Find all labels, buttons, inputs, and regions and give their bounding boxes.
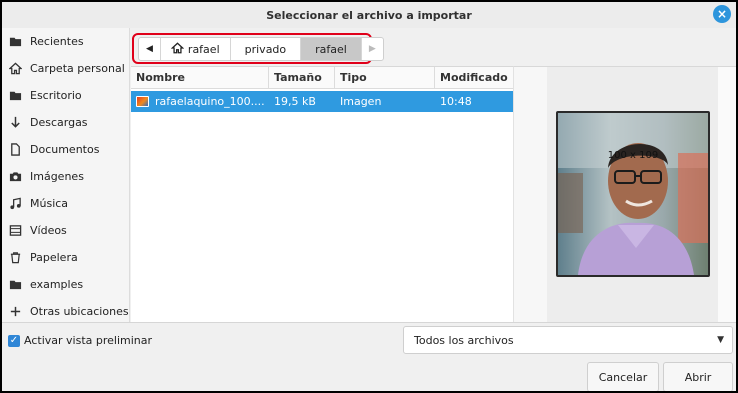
chevron-down-icon: ▼ xyxy=(717,335,724,345)
preview-toggle-label: Activar vista preliminar xyxy=(24,334,153,347)
sidebar-item-label: Música xyxy=(30,197,69,210)
open-button[interactable]: Abrir xyxy=(663,362,733,391)
sidebar-item-otras-ubicaciones[interactable]: Otras ubicaciones xyxy=(2,298,129,322)
video-icon xyxy=(8,224,22,238)
column-header-name[interactable]: Nombre xyxy=(131,67,269,88)
places-sidebar: Recientes Carpeta personal Escritorio De… xyxy=(2,28,130,322)
sidebar-item-documentos[interactable]: Documentos xyxy=(2,136,129,163)
plus-icon xyxy=(8,305,22,319)
path-back-arrow[interactable]: ◀ xyxy=(139,38,161,60)
sidebar-item-label: Escritorio xyxy=(30,89,82,102)
sidebar-item-papelera[interactable]: Papelera xyxy=(2,244,129,271)
table-row[interactable]: rafaelaquino_100.... 19,5 kB Imagen 10:4… xyxy=(131,91,513,112)
file-list-header: Nombre Tamaño Tipo Modificado xyxy=(131,67,513,89)
home-icon xyxy=(8,62,22,76)
image-preview-pane: 100 x 109 xyxy=(547,66,718,322)
sidebar-item-videos[interactable]: Vídeos xyxy=(2,217,129,244)
sidebar-item-imagenes[interactable]: Imágenes xyxy=(2,163,129,190)
sidebar-item-label: Recientes xyxy=(30,35,84,48)
sidebar-item-escritorio[interactable]: Escritorio xyxy=(2,82,129,109)
person-photo-image xyxy=(558,113,708,275)
filter-value: Todos los archivos xyxy=(414,333,514,347)
image-dimensions-label: 100 x 109 xyxy=(607,150,659,161)
path-crumb-label: rafael xyxy=(315,42,347,56)
download-icon xyxy=(8,116,22,130)
sidebar-item-label: Imágenes xyxy=(30,170,84,183)
sidebar-item-label: Vídeos xyxy=(30,224,67,237)
title-bar: Seleccionar el archivo a importar × xyxy=(2,2,736,28)
column-header-modified[interactable]: Modificado xyxy=(435,67,513,88)
file-size: 19,5 kB xyxy=(274,95,316,108)
file-modified: 10:48 xyxy=(440,95,472,108)
file-type: Imagen xyxy=(340,95,382,108)
path-crumb-label: privado xyxy=(244,42,287,56)
folder-icon xyxy=(8,89,22,103)
chevron-left-icon: ◀ xyxy=(146,44,153,54)
sidebar-item-carpeta-personal[interactable]: Carpeta personal xyxy=(2,55,129,82)
sidebar-item-musica[interactable]: Música xyxy=(2,190,129,217)
file-type-filter-select[interactable]: Todos los archivos ▼ xyxy=(403,326,733,354)
preview-toggle[interactable]: ✓ Activar vista preliminar xyxy=(8,334,152,347)
cancel-button[interactable]: Cancelar xyxy=(587,362,659,391)
path-crumb-label: rafael xyxy=(187,42,220,56)
preview-photo: 100 x 109 xyxy=(556,111,710,277)
path-crumb-home[interactable]: rafael xyxy=(161,38,231,60)
path-bar-area: ◀ rafael privado rafael ▶ xyxy=(130,28,736,66)
path-crumb-privado[interactable]: privado xyxy=(231,38,302,60)
sidebar-item-label: Descargas xyxy=(30,116,88,129)
dialog-title: Seleccionar el archivo a importar xyxy=(266,8,472,22)
trash-icon xyxy=(8,251,22,265)
sidebar-item-label: Otras ubicaciones xyxy=(30,305,129,318)
home-icon xyxy=(170,41,185,57)
sidebar-item-label: Carpeta personal xyxy=(30,62,125,75)
column-header-type[interactable]: Tipo xyxy=(335,67,435,88)
path-bar: ◀ rafael privado rafael ▶ xyxy=(138,37,384,61)
column-header-size[interactable]: Tamaño xyxy=(269,67,335,88)
file-chooser-dialog: Seleccionar el archivo a importar × Reci… xyxy=(0,0,738,393)
file-name: rafaelaquino_100.... xyxy=(155,95,265,108)
sidebar-item-examples[interactable]: examples xyxy=(2,271,129,298)
sidebar-item-recientes[interactable]: Recientes xyxy=(2,28,129,55)
path-crumb-rafael[interactable]: rafael xyxy=(301,38,362,60)
preview-side-strip xyxy=(718,66,736,322)
image-file-icon xyxy=(136,96,149,107)
music-icon xyxy=(8,197,22,211)
chevron-right-icon: ▶ xyxy=(368,44,376,54)
close-icon[interactable]: × xyxy=(713,5,731,23)
path-forward-arrow[interactable]: ▶ xyxy=(362,38,383,60)
dialog-footer: ✓ Activar vista preliminar Todos los arc… xyxy=(2,322,736,391)
file-list-scroll-gutter[interactable] xyxy=(513,66,547,322)
sidebar-item-label: Papelera xyxy=(30,251,78,264)
camera-icon xyxy=(8,170,22,184)
sidebar-item-descargas[interactable]: Descargas xyxy=(2,109,129,136)
file-name-cell: rafaelaquino_100.... xyxy=(131,91,269,112)
folder-icon xyxy=(8,35,22,49)
sidebar-item-label: Documentos xyxy=(30,143,100,156)
folder-icon xyxy=(8,278,22,292)
checkbox-checked-icon[interactable]: ✓ xyxy=(8,334,20,347)
document-icon xyxy=(8,143,22,157)
file-list: Nombre Tamaño Tipo Modificado rafaelaqui… xyxy=(131,66,513,322)
sidebar-item-label: examples xyxy=(30,278,84,291)
